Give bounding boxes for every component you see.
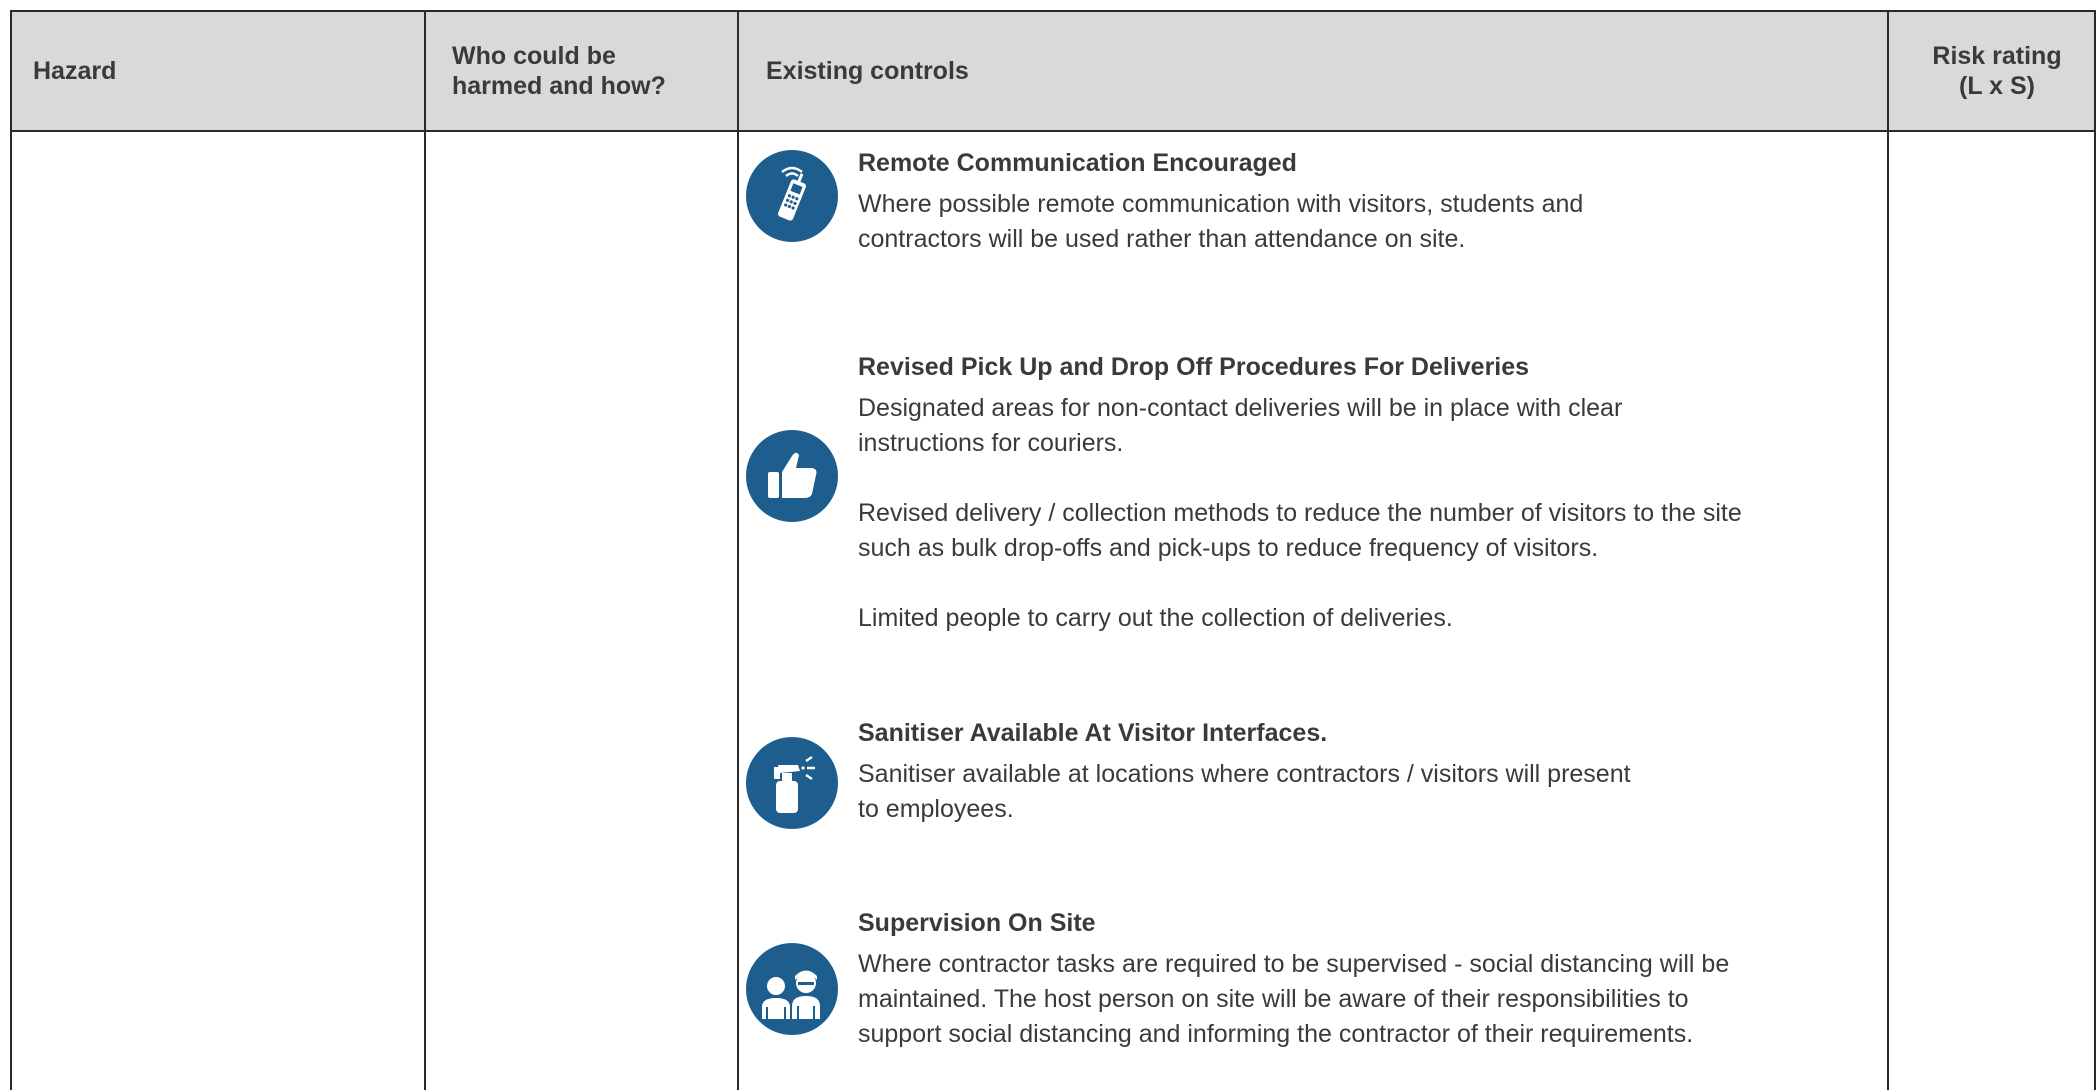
header-risk-label: Risk rating (L x S) xyxy=(1932,41,2061,101)
control-title: Revised Pick Up and Drop Off Procedures … xyxy=(858,353,1530,381)
control-supervision: Supervision On Site Where contractor tas… xyxy=(858,908,1888,1052)
column-divider-2 xyxy=(737,10,739,1090)
control-sanitiser: Sanitiser Available At Visitor Interface… xyxy=(858,718,1888,827)
control-description: Sanitiser available at locations where c… xyxy=(858,757,1888,827)
control-revised-deliveries: Revised Pick Up and Drop Off Procedures … xyxy=(858,352,1888,636)
header-who-line-1: Who could be xyxy=(452,41,616,70)
text-line: Sanitiser available at locations where c… xyxy=(858,760,1631,788)
header-existing-controls: Existing controls xyxy=(766,10,1466,131)
header-hazard: Hazard xyxy=(33,10,413,131)
header-who-harmed-label: Who could be harmed and how? xyxy=(452,41,666,101)
text-line: contractors will be used rather than att… xyxy=(858,225,1466,253)
who-harmed-cell xyxy=(426,132,737,1090)
control-description-2: Revised delivery / collection methods to… xyxy=(858,496,1888,566)
thumbs-up-icon xyxy=(746,430,838,522)
remote-phone-icon xyxy=(746,150,838,242)
supervision-people-icon xyxy=(746,943,838,1035)
text-line: maintained. The host person on site will… xyxy=(858,985,1689,1013)
header-risk-rating: Risk rating (L x S) xyxy=(1898,10,2096,131)
control-description: Where possible remote communication with… xyxy=(858,187,1888,257)
text-line: to employees. xyxy=(858,795,1014,823)
header-controls-label: Existing controls xyxy=(766,56,969,85)
text-line: Where contractor tasks are required to b… xyxy=(858,950,1730,978)
text-line: Limited people to carry out the collecti… xyxy=(858,604,1453,632)
control-title: Supervision On Site xyxy=(858,909,1096,937)
control-description: Where contractor tasks are required to b… xyxy=(858,947,1888,1052)
header-who-harmed: Who could be harmed and how? xyxy=(452,10,732,131)
control-title: Remote Communication Encouraged xyxy=(858,149,1297,177)
control-remote-communication: Remote Communication Encouraged Where po… xyxy=(858,148,1888,257)
text-line: Revised delivery / collection methods to… xyxy=(858,499,1742,527)
text-line: Where possible remote communication with… xyxy=(858,190,1584,218)
header-who-line-2: harmed and how? xyxy=(452,71,666,100)
control-description-1: Designated areas for non-contact deliver… xyxy=(858,391,1888,461)
table-header-row: Hazard Who could be harmed and how? Exis… xyxy=(10,10,2096,131)
spray-bottle-icon xyxy=(746,737,838,829)
header-hazard-label: Hazard xyxy=(33,56,117,85)
text-line: support social distancing and informing … xyxy=(858,1020,1694,1048)
hazard-cell xyxy=(12,132,424,1090)
text-line: instructions for couriers. xyxy=(858,429,1124,457)
text-line: such as bulk drop-offs and pick-ups to r… xyxy=(858,534,1599,562)
header-risk-line-1: Risk rating xyxy=(1932,41,2062,70)
risk-assessment-table: Hazard Who could be harmed and how? Exis… xyxy=(10,10,2096,1090)
control-description-3: Limited people to carry out the collecti… xyxy=(858,601,1888,636)
table-border-top xyxy=(10,10,2096,12)
table-border-right xyxy=(2094,10,2096,1090)
header-risk-line-2: (L x S) xyxy=(1959,71,2035,100)
risk-rating-cell xyxy=(1889,132,2094,1090)
control-title: Sanitiser Available At Visitor Interface… xyxy=(858,719,1328,747)
text-line: Designated areas for non-contact deliver… xyxy=(858,394,1623,422)
